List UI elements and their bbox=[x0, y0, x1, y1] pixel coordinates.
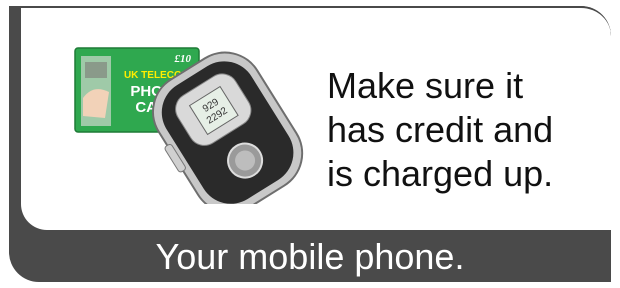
instruction-line-3: is charged up. bbox=[327, 153, 554, 194]
phone-illustration: £10 UK TELECOM PHONE CARD 929 2292 bbox=[74, 47, 304, 204]
instruction-line-2: has credit and bbox=[327, 109, 554, 150]
instruction-line-1: Make sure it bbox=[327, 65, 524, 106]
phone-card-price: £10 bbox=[174, 53, 192, 65]
slide-caption: Your mobile phone. bbox=[155, 236, 465, 277]
slide-card: £10 UK TELECOM PHONE CARD 929 2292 Make … bbox=[9, 6, 611, 282]
slide-content-panel: £10 UK TELECOM PHONE CARD 929 2292 Make … bbox=[21, 6, 611, 230]
instruction-text: Make sure it has credit and is charged u… bbox=[327, 64, 587, 196]
